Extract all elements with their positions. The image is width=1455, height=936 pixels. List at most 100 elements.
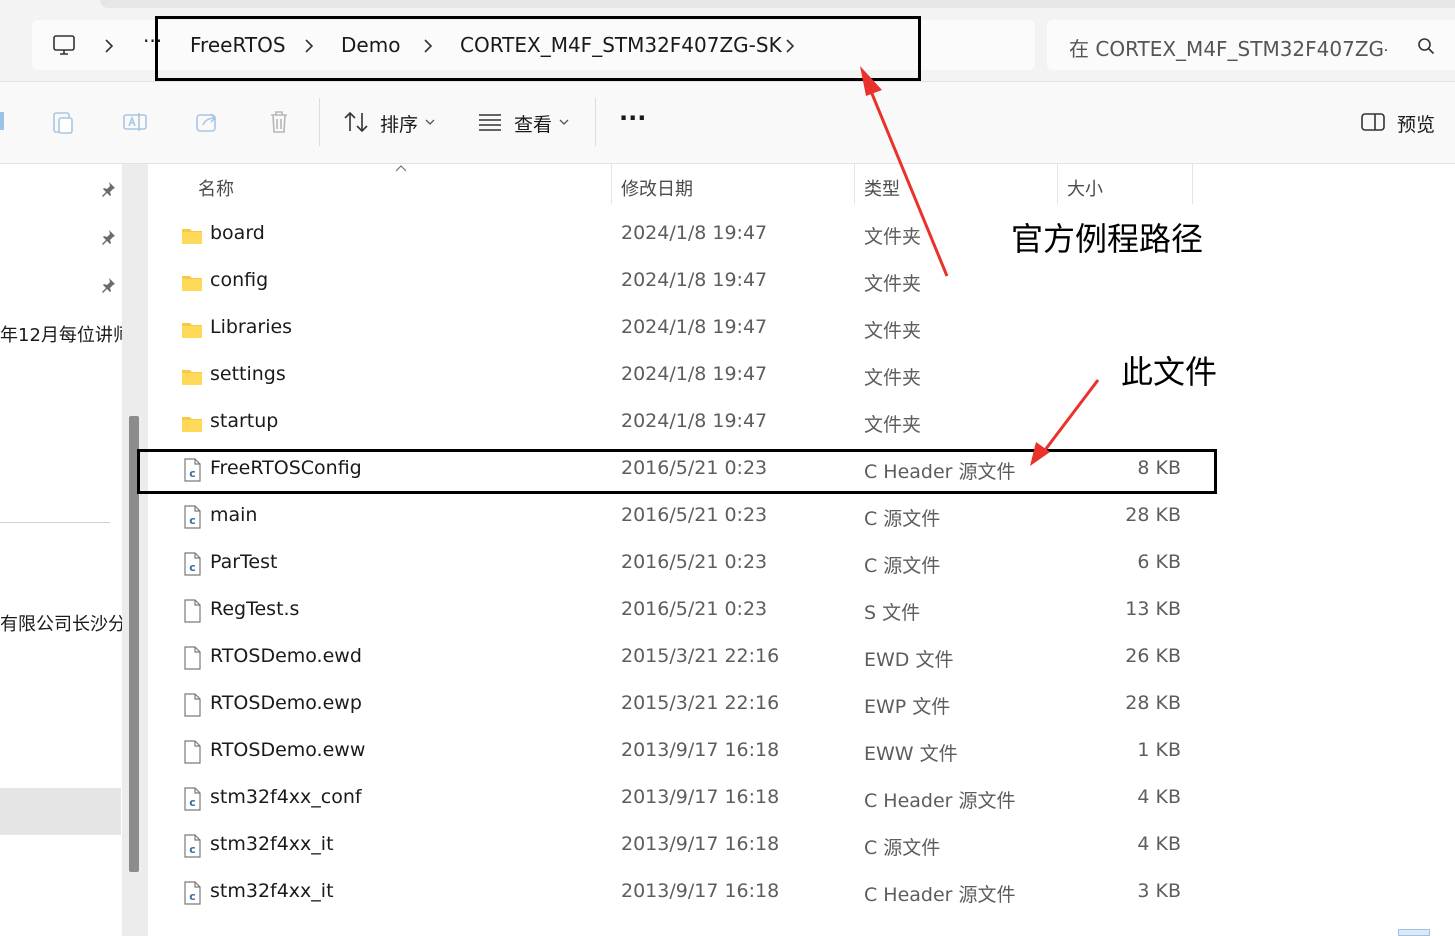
pin-icon[interactable] bbox=[100, 277, 116, 293]
file-type: 文件夹 bbox=[864, 273, 922, 295]
folder-icon bbox=[181, 364, 203, 388]
file-date: 2013/9/17 16:18 bbox=[621, 880, 780, 902]
file-name[interactable]: stm32f4xx_it bbox=[210, 880, 334, 902]
file-type: S 文件 bbox=[864, 602, 921, 624]
file-name[interactable]: RTOSDemo.ewp bbox=[210, 692, 362, 714]
svg-text:c: c bbox=[189, 796, 196, 809]
file-type: 文件夹 bbox=[864, 367, 922, 389]
file-name[interactable]: config bbox=[210, 269, 268, 291]
this-pc-icon[interactable] bbox=[52, 33, 76, 57]
resize-grip[interactable] bbox=[1398, 929, 1430, 936]
file-name[interactable]: RegTest.s bbox=[210, 598, 299, 620]
svg-text:c: c bbox=[189, 514, 196, 527]
nav-divider bbox=[0, 522, 110, 523]
more-options-button[interactable]: ··· bbox=[619, 104, 646, 132]
file-type: C 源文件 bbox=[864, 555, 941, 577]
file-size: 6 KB bbox=[1137, 551, 1181, 573]
view-icon[interactable] bbox=[477, 109, 503, 135]
file-date: 2013/9/17 16:18 bbox=[621, 739, 780, 761]
chevron-down-icon[interactable] bbox=[425, 118, 435, 126]
file-type: EWP 文件 bbox=[864, 696, 951, 718]
file-name[interactable]: board bbox=[210, 222, 265, 244]
file-type: 文件夹 bbox=[864, 414, 922, 436]
svg-text:c: c bbox=[189, 890, 196, 903]
chevron-right-icon[interactable] bbox=[102, 38, 116, 54]
file-name[interactable]: settings bbox=[210, 363, 286, 385]
file-type: C 源文件 bbox=[864, 837, 941, 859]
file-size: 1 KB bbox=[1137, 739, 1181, 761]
search-placeholder[interactable]: 在 CORTEX_M4F_STM32F407ZG-SK 中搜索 bbox=[1069, 33, 1387, 62]
file-name[interactable]: main bbox=[210, 504, 257, 526]
nav-item-company[interactable]: 有限公司长沙分公司 bbox=[0, 610, 122, 636]
svg-text:c: c bbox=[189, 561, 196, 574]
path-highlight-box bbox=[155, 16, 921, 81]
file-type: C Header 源文件 bbox=[864, 790, 1016, 812]
chevron-down-icon[interactable] bbox=[559, 118, 569, 126]
file-type: 文件夹 bbox=[864, 226, 922, 248]
preview-button[interactable]: 预览 bbox=[1397, 110, 1435, 137]
view-button[interactable]: 查看 bbox=[514, 110, 552, 137]
file-date: 2024/1/8 19:47 bbox=[621, 269, 768, 291]
sort-ascending-icon bbox=[395, 165, 407, 172]
file-date: 2016/5/21 0:23 bbox=[621, 598, 768, 620]
navigation-pane: 年12月每位讲师 有限公司长沙分公司 bbox=[0, 164, 122, 936]
file-icon bbox=[181, 693, 203, 717]
file-size: 4 KB bbox=[1137, 786, 1181, 808]
file-name[interactable]: startup bbox=[210, 410, 278, 432]
file-type: C 源文件 bbox=[864, 508, 941, 530]
share-icon[interactable] bbox=[194, 109, 220, 135]
folder-icon bbox=[181, 223, 203, 247]
nav-item-training[interactable]: 年12月每位讲师 bbox=[0, 321, 122, 347]
file-annotation: 此文件 bbox=[1121, 353, 1218, 391]
cut-icon[interactable] bbox=[0, 112, 4, 130]
folder-icon bbox=[181, 317, 203, 341]
file-name[interactable]: Libraries bbox=[210, 316, 292, 338]
file-name[interactable]: RTOSDemo.eww bbox=[210, 739, 365, 761]
column-divider bbox=[1192, 164, 1193, 204]
file-size: 13 KB bbox=[1125, 598, 1181, 620]
search-icon[interactable] bbox=[1417, 37, 1435, 55]
file-icon bbox=[181, 646, 203, 670]
column-header-date[interactable]: 修改日期 bbox=[621, 175, 693, 201]
file-size: 4 KB bbox=[1137, 833, 1181, 855]
c-file-icon: c bbox=[181, 505, 203, 529]
file-date: 2016/5/21 0:23 bbox=[621, 504, 768, 526]
file-size: 28 KB bbox=[1125, 504, 1181, 526]
nav-item-selected[interactable] bbox=[0, 788, 121, 835]
column-divider bbox=[854, 164, 855, 204]
file-name[interactable]: stm32f4xx_conf bbox=[210, 786, 362, 808]
column-header-size[interactable]: 大小 bbox=[1067, 175, 1103, 201]
c-file-icon: c bbox=[181, 552, 203, 576]
sort-button[interactable]: 排序 bbox=[380, 110, 418, 137]
file-date: 2024/1/8 19:47 bbox=[621, 316, 768, 338]
preview-pane-icon[interactable] bbox=[1360, 109, 1386, 135]
file-size: 3 KB bbox=[1137, 880, 1181, 902]
toolbar-divider bbox=[319, 98, 320, 146]
column-header-type[interactable]: 类型 bbox=[864, 175, 900, 201]
file-date: 2024/1/8 19:47 bbox=[621, 363, 768, 385]
pin-icon[interactable] bbox=[100, 181, 116, 197]
file-type: EWW 文件 bbox=[864, 743, 958, 765]
column-divider bbox=[1057, 164, 1058, 204]
rename-icon[interactable] bbox=[122, 109, 148, 135]
file-icon bbox=[181, 740, 203, 764]
file-arrow bbox=[1040, 379, 1100, 455]
file-date: 2015/3/21 22:16 bbox=[621, 692, 780, 714]
column-divider bbox=[611, 164, 612, 204]
file-name[interactable]: RTOSDemo.ewd bbox=[210, 645, 362, 667]
paste-icon[interactable] bbox=[50, 109, 76, 135]
file-name[interactable]: stm32f4xx_it bbox=[210, 833, 334, 855]
delete-icon[interactable] bbox=[266, 109, 292, 135]
file-date: 2013/9/17 16:18 bbox=[621, 786, 780, 808]
c-file-icon: c bbox=[181, 881, 203, 905]
sort-icon[interactable] bbox=[343, 109, 369, 135]
svg-text:c: c bbox=[189, 843, 196, 856]
file-name[interactable]: ParTest bbox=[210, 551, 277, 573]
folder-icon bbox=[181, 270, 203, 294]
column-header-name[interactable]: 名称 bbox=[198, 175, 234, 201]
file-highlight-box bbox=[137, 449, 1217, 494]
file-type: EWD 文件 bbox=[864, 649, 954, 671]
folder-icon bbox=[181, 411, 203, 435]
file-size: 28 KB bbox=[1125, 692, 1181, 714]
pin-icon[interactable] bbox=[100, 229, 116, 245]
